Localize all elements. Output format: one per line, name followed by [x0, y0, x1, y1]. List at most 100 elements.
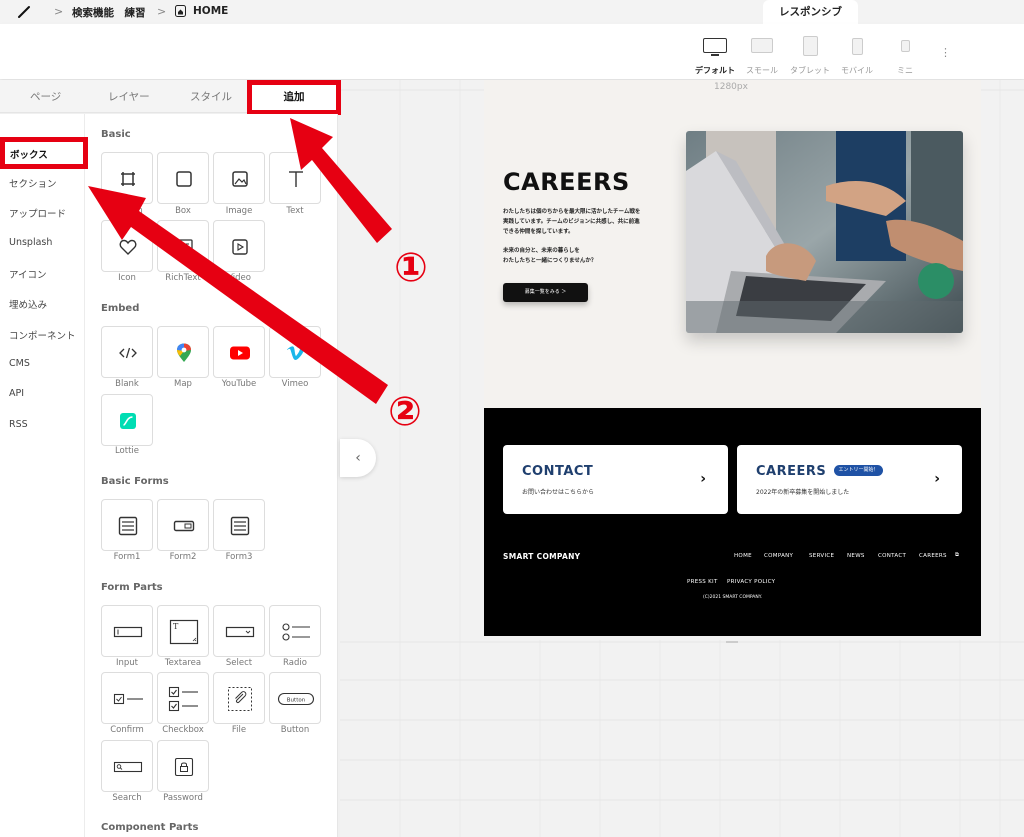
- device-tablet-button[interactable]: タブレット: [790, 36, 830, 75]
- category-embed[interactable]: 埋め込み: [9, 297, 47, 311]
- tablet-icon: [802, 36, 818, 56]
- tile-password[interactable]: [157, 740, 209, 792]
- hero-paragraph-line: 未来の自分と、未来の暮らしを: [503, 248, 580, 254]
- mini-icon: [900, 40, 910, 52]
- footer-nav-news[interactable]: NEWS: [847, 553, 865, 559]
- tile-section[interactable]: [101, 152, 153, 204]
- footer-privacy-policy[interactable]: PRIVACY POLICY: [727, 579, 775, 585]
- tile-box[interactable]: [157, 152, 209, 204]
- tile-label: Textarea: [164, 658, 202, 668]
- tile-label: File: [231, 725, 247, 735]
- tile-button[interactable]: Button: [269, 672, 321, 724]
- tile-label: Lottie: [114, 446, 140, 456]
- category-api[interactable]: API: [9, 388, 24, 399]
- tile-textarea[interactable]: T: [157, 605, 209, 657]
- tab-add[interactable]: 追加: [247, 80, 341, 115]
- tile-input[interactable]: [101, 605, 153, 657]
- footer-nav-home[interactable]: HOME: [734, 553, 752, 559]
- tile-label: Map: [174, 379, 192, 389]
- responsive-tab[interactable]: レスポンシブ: [763, 0, 858, 24]
- tile-map[interactable]: [157, 326, 209, 378]
- copyright: (C)2021 SMART COMPANY.: [702, 595, 763, 600]
- button-icon: Button: [277, 692, 315, 706]
- tab-style[interactable]: スタイル: [190, 89, 232, 104]
- tile-label: Form1: [113, 552, 141, 562]
- category-component[interactable]: コンポーネント: [9, 328, 76, 342]
- section-title-basic-forms: Basic Forms: [101, 476, 169, 487]
- resize-handle[interactable]: [726, 641, 738, 643]
- tile-image[interactable]: [213, 152, 265, 204]
- tab-layer[interactable]: レイヤー: [108, 89, 150, 104]
- chevron-left-icon: ‹: [355, 450, 361, 466]
- tile-youtube[interactable]: [213, 326, 265, 378]
- pen-icon[interactable]: [17, 5, 31, 19]
- tile-label: Video: [227, 273, 251, 283]
- tile-file[interactable]: [213, 672, 265, 724]
- footer-nav-contact[interactable]: CONTACT: [878, 553, 906, 559]
- category-rss[interactable]: RSS: [9, 419, 28, 430]
- tile-lottie[interactable]: [101, 394, 153, 446]
- tile-form2[interactable]: [157, 499, 209, 551]
- tile-video[interactable]: [213, 220, 265, 272]
- footer-nav-service[interactable]: SERVICE: [809, 553, 834, 559]
- device-mobile-button[interactable]: モバイル: [840, 36, 874, 75]
- device-small-button[interactable]: スモール: [744, 36, 780, 75]
- category-section[interactable]: セクション: [9, 176, 57, 190]
- tile-radio[interactable]: [269, 605, 321, 657]
- category-icon[interactable]: アイコン: [9, 267, 47, 281]
- tab-page[interactable]: ページ: [30, 89, 61, 104]
- textarea-icon: T: [169, 619, 199, 645]
- hero-title: CAREERS: [503, 168, 630, 196]
- tile-confirm[interactable]: [101, 672, 153, 724]
- tile-form3[interactable]: [213, 499, 265, 551]
- svg-text:Button: Button: [287, 697, 306, 703]
- tile-label: Text: [286, 206, 304, 216]
- monitor-icon: [703, 38, 727, 53]
- footer-press-kit[interactable]: PRESS KIT: [687, 579, 718, 585]
- device-mini-button[interactable]: ミニ: [890, 36, 920, 75]
- footer-nav-careers[interactable]: CAREERS: [919, 553, 947, 559]
- radio-icon: [282, 623, 310, 641]
- mobile-icon: [851, 38, 863, 55]
- hero-paragraph-line: わたしたちと一緒につくりませんか？: [503, 258, 597, 264]
- tile-label: RichText: [165, 273, 201, 283]
- hero-cta-button[interactable]: 募集一覧をみる ＞: [503, 283, 588, 302]
- more-menu-icon[interactable]: ⋮: [940, 46, 951, 59]
- tile-blank[interactable]: [101, 326, 153, 378]
- paperclip-icon: [228, 687, 252, 711]
- tile-icon[interactable]: [101, 220, 153, 272]
- tile-form1[interactable]: [101, 499, 153, 551]
- hero-paragraph-line: できる仲間を探しています。: [503, 229, 574, 235]
- category-upload[interactable]: アップロード: [9, 206, 66, 220]
- breadcrumb-project[interactable]: 検索機能 練習: [72, 5, 146, 20]
- tile-search[interactable]: [101, 740, 153, 792]
- breadcrumb-page[interactable]: HOME: [193, 5, 228, 17]
- section-title-form-parts: Form Parts: [101, 582, 163, 593]
- tile-checkbox[interactable]: [157, 672, 209, 724]
- map-pin-icon: [177, 343, 191, 362]
- tile-text[interactable]: [269, 152, 321, 204]
- confirm-icon: [113, 693, 143, 705]
- add-panel: セクション アップロード Unsplash アイコン 埋め込み コンポーネント …: [0, 114, 338, 837]
- tile-vimeo[interactable]: [269, 326, 321, 378]
- chevron-right-icon: ›: [934, 471, 940, 487]
- dark-section: CONTACT お問い合わせはこちらから › CAREERS エントリー開始！ …: [484, 408, 981, 636]
- careers-card[interactable]: CAREERS エントリー開始！ 2022年の新卒募集を開始しました ›: [737, 445, 962, 514]
- entry-badge: エントリー開始！: [834, 465, 883, 476]
- device-default-button[interactable]: デフォルト: [694, 36, 736, 75]
- tile-label: Form3: [225, 552, 253, 562]
- footer-brand[interactable]: SMART COMPANY: [503, 552, 580, 561]
- site-preview[interactable]: CAREERS わたしたちは個のちからを最大限に活かしたチーム戦を 実践していま…: [484, 80, 981, 636]
- category-box[interactable]: ボックス: [0, 137, 88, 169]
- device-label: タブレット: [790, 66, 830, 75]
- tile-select[interactable]: [213, 605, 265, 657]
- input-icon: [113, 626, 143, 638]
- code-icon: [119, 347, 137, 359]
- footer-nav-company[interactable]: COMPANY: [764, 553, 793, 559]
- tile-richtext[interactable]: [157, 220, 209, 272]
- canvas-width-label: 1280px: [714, 82, 748, 92]
- tile-label: Password: [163, 793, 203, 803]
- category-cms[interactable]: CMS: [9, 358, 30, 369]
- contact-card[interactable]: CONTACT お問い合わせはこちらから ›: [503, 445, 728, 514]
- category-unsplash[interactable]: Unsplash: [9, 237, 52, 248]
